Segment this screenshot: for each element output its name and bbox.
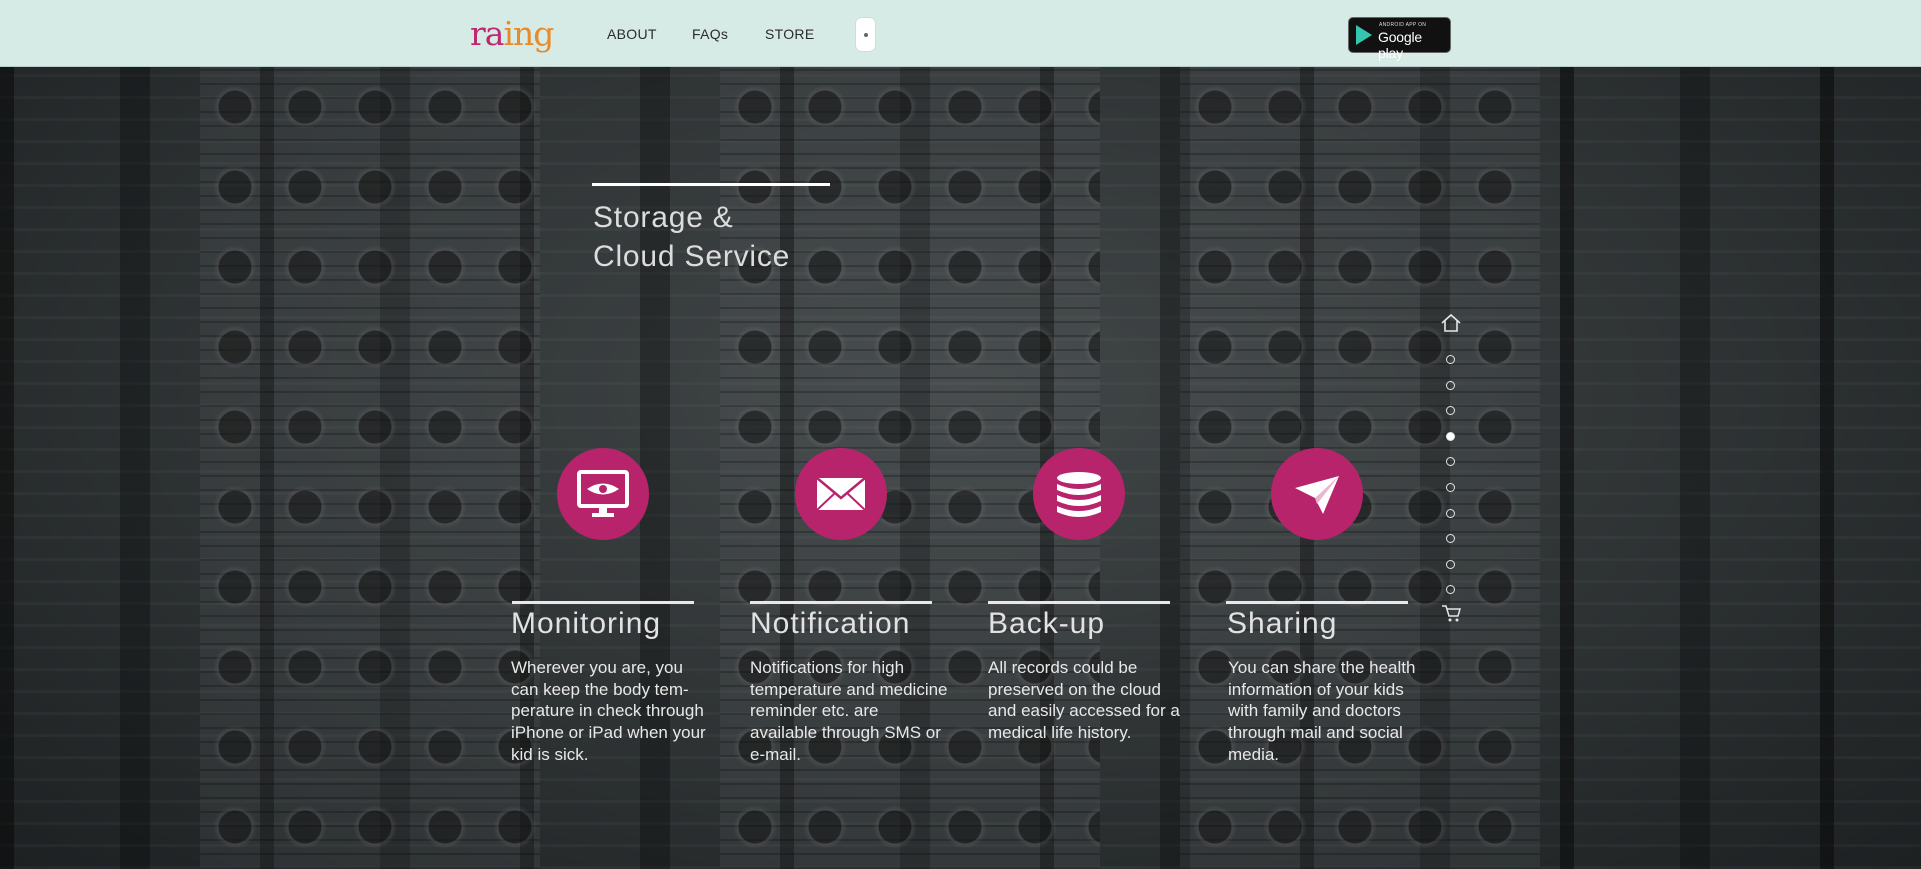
headline-line-1: Storage & [593,201,734,234]
nav-more-button[interactable] [856,18,875,51]
envelope-icon [795,448,887,540]
section-nav-dot[interactable] [1446,406,1455,416]
hero-headline: Storage & Cloud Service [593,198,790,276]
section-nav-dot[interactable] [1446,483,1455,492]
feature-title-notification: Notification [750,607,911,640]
top-header: raing ABOUT FAQs STORE ANDROID APP ON Go… [0,0,1921,67]
monitor-eye-icon [557,448,649,540]
database-icon [1033,448,1125,540]
logo-text-part3: ng [513,14,554,53]
google-play-label: Google play [1378,29,1422,61]
section-nav-dot[interactable] [1446,585,1455,595]
section-nav-dot[interactable] [1446,559,1455,569]
play-store-icon [1356,25,1372,45]
section-nav-dot[interactable] [1446,534,1455,544]
nav-about-link[interactable]: ABOUT [607,26,657,42]
section-nav-dot[interactable] [1446,508,1455,518]
logo-text-part2: i [503,14,514,53]
paper-plane-icon [1271,448,1363,540]
cart-icon[interactable] [1440,602,1462,624]
feature-title-sharing: Sharing [1227,607,1338,640]
logo-text-part1: ra [470,14,504,53]
feature-desc-monitoring: Wherever you are, you can keep the body … [511,658,706,764]
feature-rule [512,601,694,604]
feature-rule [988,601,1170,604]
raiing-logo[interactable]: raing [470,14,554,54]
home-icon[interactable] [1440,312,1462,334]
nav-faqs-link[interactable]: FAQs [692,26,728,42]
feature-title-backup: Back-up [988,607,1106,640]
section-nav-dot[interactable] [1446,380,1455,390]
feature-desc-notification: Notifications for high temperature and m… [750,658,948,764]
section-nav [1440,312,1462,624]
hero-overlay [0,67,1921,869]
section-nav-dot[interactable] [1446,355,1455,364]
feature-rule [1226,601,1408,604]
feature-desc-sharing: You can share the health information of … [1228,658,1416,764]
google-play-badge[interactable]: ANDROID APP ON Google play [1348,17,1451,61]
feature-desc-backup: All records could be preserved on the cl… [988,658,1180,743]
headline-rule [592,183,830,186]
feature-title-monitoring: Monitoring [511,607,662,640]
more-dot-icon [864,33,868,37]
hero-background [0,67,1921,869]
google-play-small-text: ANDROID APP ON [1379,22,1427,28]
feature-rule [750,601,932,604]
section-nav-dot[interactable] [1446,431,1455,441]
section-nav-dot[interactable] [1446,457,1455,467]
headline-line-2: Cloud Service [593,240,791,273]
nav-store-link[interactable]: STORE [765,26,814,42]
